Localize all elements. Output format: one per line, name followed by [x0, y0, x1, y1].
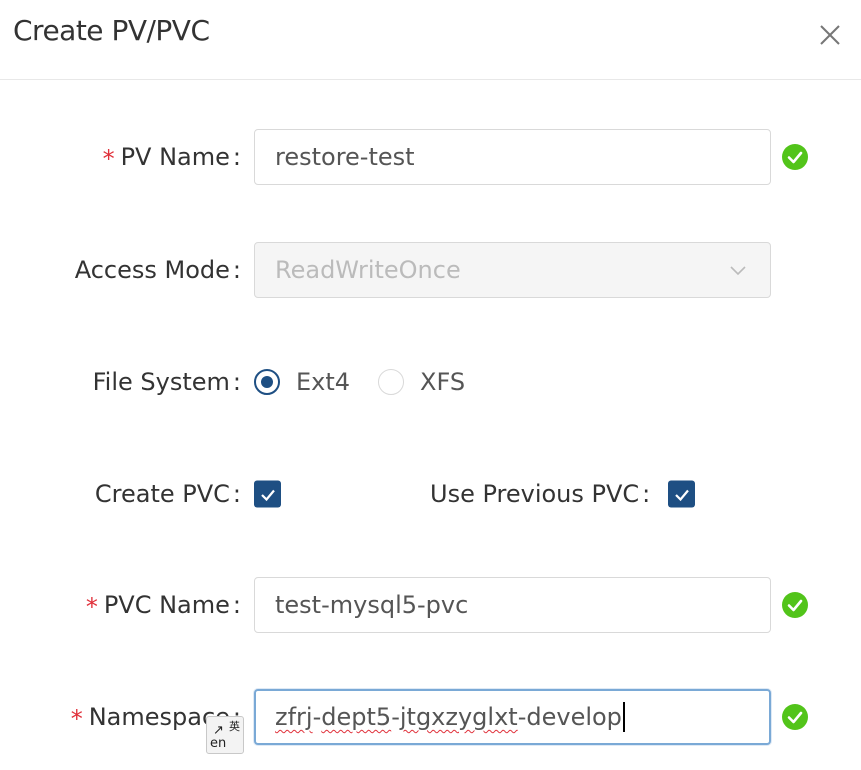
- radio-xfs-label[interactable]: XFS: [420, 368, 465, 396]
- ime-language-indicator[interactable]: ↗ 英 en: [206, 716, 244, 754]
- required-marker: *: [102, 145, 115, 173]
- namespace-value: zfrj-dept5-jtgxzyglxt-develop: [275, 703, 622, 731]
- create-pv-pvc-dialog: Create PV/PVC * PV Name: restore-test Ac…: [0, 0, 861, 770]
- close-icon: [820, 25, 840, 45]
- use-previous-pvc-checkbox[interactable]: [668, 480, 695, 508]
- checkmark-icon: [674, 489, 689, 501]
- file-system-label: File System:: [92, 368, 241, 396]
- namespace-input[interactable]: zfrj-dept5-jtgxzyglxt-develop: [254, 689, 771, 745]
- namespace-row: * Namespace: zfrj-dept5-jtgxzyglxt-devel…: [0, 689, 861, 745]
- pv-name-row: * PV Name: restore-test: [0, 129, 861, 185]
- pv-name-label: * PV Name:: [102, 143, 241, 173]
- radio-ext4[interactable]: [254, 369, 280, 395]
- file-system-radio-group: Ext4 XFS: [254, 368, 493, 396]
- text-caret: [622, 702, 625, 732]
- access-mode-select[interactable]: ReadWriteOnce: [254, 242, 771, 298]
- required-marker: *: [85, 593, 98, 621]
- radio-xfs[interactable]: [378, 369, 405, 395]
- access-mode-row: Access Mode: ReadWriteOnce: [0, 242, 861, 298]
- pvc-name-label: * PVC Name:: [85, 591, 241, 621]
- close-button[interactable]: [815, 20, 845, 50]
- valid-check-icon: [782, 592, 808, 618]
- pvc-options-row: Create PVC: Use Previous PVC:: [0, 466, 861, 522]
- pvc-name-row: * PVC Name: test-mysql5-pvc: [0, 577, 861, 633]
- access-mode-label: Access Mode:: [74, 256, 241, 284]
- dialog-header: Create PV/PVC: [0, 0, 861, 80]
- dialog-title: Create PV/PVC: [13, 14, 210, 47]
- chevron-down-icon: [730, 266, 746, 276]
- valid-check-icon: [782, 704, 808, 730]
- pvc-name-input[interactable]: test-mysql5-pvc: [254, 577, 771, 633]
- valid-check-icon: [782, 144, 808, 170]
- create-pvc-label: Create PVC:: [94, 480, 241, 508]
- checkmark-icon: [260, 489, 275, 501]
- required-marker: *: [70, 705, 83, 733]
- radio-ext4-label[interactable]: Ext4: [296, 368, 350, 396]
- create-pvc-checkbox[interactable]: [254, 480, 281, 508]
- use-previous-pvc-label: Use Previous PVC:: [430, 480, 651, 508]
- file-system-row: File System: Ext4 XFS: [0, 354, 861, 410]
- pv-name-input[interactable]: restore-test: [254, 129, 771, 185]
